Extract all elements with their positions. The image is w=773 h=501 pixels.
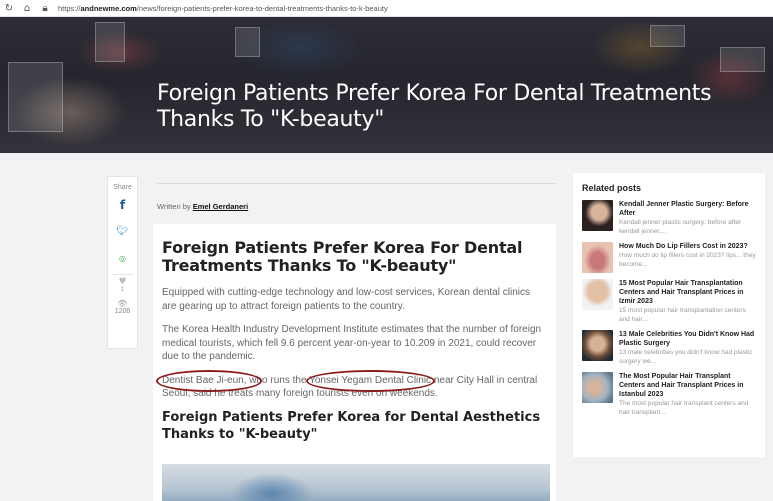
reload-icon[interactable]: ↻ — [0, 0, 18, 17]
author-link[interactable]: Emel Gerdaneri — [193, 202, 248, 211]
post-title[interactable]: 15 Most Popular Hair Transplantation Cen… — [619, 279, 756, 306]
lock-icon[interactable]: 🔒︎ — [36, 0, 54, 17]
related-post[interactable]: 15 Most Popular Hair Transplantation Cen… — [582, 279, 756, 324]
post-thumbnail[interactable] — [582, 279, 613, 310]
byline: Written by Emel Gerdaneri — [157, 202, 248, 211]
article-heading: Foreign Patients Prefer Korea For Dental… — [162, 238, 523, 275]
related-post[interactable]: The Most Popular Hair Transplant Centers… — [582, 372, 756, 417]
browser-toolbar: ↻ ⌂ 🔒︎ https://andnewme.com/news/foreign… — [0, 0, 773, 17]
post-excerpt: 15 most popular hair transplantation cen… — [619, 307, 746, 323]
twitter-icon: 🐦︎ — [116, 226, 129, 237]
hero-banner: Foreign Patients Prefer Korea For Dental… — [0, 17, 773, 153]
like-button[interactable]: ♥ — [108, 277, 137, 287]
related-posts-sidebar: Related posts Kendall Jenner Plastic Sur… — [573, 173, 765, 457]
post-title[interactable]: The Most Popular Hair Transplant Centers… — [619, 372, 756, 399]
twitter-share-button[interactable]: 🐦︎ — [108, 218, 137, 245]
share-label: Share — [113, 184, 132, 191]
post-excerpt: Kendall jenner plastic surgery: before a… — [619, 219, 742, 235]
like-count: 1 — [120, 287, 125, 293]
post-title[interactable]: How Much Do Lip Fillers Cost in 2023? — [619, 242, 756, 251]
post-thumbnail[interactable] — [582, 200, 613, 231]
hero-sign-decoration — [235, 27, 260, 57]
related-post[interactable]: Kendall Jenner Plastic Surgery: Before A… — [582, 200, 756, 236]
article-body: Foreign Patients Prefer Korea For Dental… — [153, 224, 556, 501]
whatsapp-icon: ◎ — [119, 254, 126, 263]
post-thumbnail[interactable] — [582, 330, 613, 361]
post-excerpt: The most popular hair transplant centers… — [619, 400, 749, 416]
address-bar[interactable]: https://andnewme.com/news/foreign-patien… — [58, 4, 388, 13]
hero-sign-decoration — [95, 22, 125, 62]
share-divider — [111, 274, 134, 275]
related-posts-title: Related posts — [582, 183, 642, 193]
post-excerpt: 13 male celebrities you didn't know had … — [619, 349, 753, 365]
post-thumbnail[interactable] — [582, 242, 613, 273]
article-paragraph: The Korea Health Industry Development In… — [162, 324, 542, 362]
hero-sign-decoration — [720, 47, 765, 72]
facebook-icon: f — [119, 197, 126, 212]
url-domain: andnewme.com — [80, 3, 137, 13]
related-post[interactable]: How Much Do Lip Fillers Cost in 2023? How… — [582, 242, 756, 273]
view-count: 1206 — [114, 308, 131, 315]
hero-sign-decoration — [650, 25, 685, 47]
url-path: /news/foreign-patients-prefer-korea-to-d… — [136, 3, 388, 13]
whatsapp-share-button[interactable]: ◎ — [108, 245, 137, 272]
post-excerpt: How much do lip fillers cost in 2023? li… — [619, 252, 756, 268]
content-divider — [157, 183, 556, 184]
article-subheading: Foreign Patients Prefer Korea for Dental… — [162, 409, 541, 442]
home-icon[interactable]: ⌂ — [18, 0, 36, 17]
hero-sign-decoration — [8, 62, 63, 132]
facebook-share-button[interactable]: f — [108, 191, 137, 218]
annotation-circle — [156, 369, 262, 392]
article-paragraph: Equipped with cutting-edge technology an… — [162, 287, 530, 312]
hero-title: Foreign Patients Prefer Korea For Dental… — [157, 81, 712, 132]
related-post[interactable]: 13 Male Celebrities You Didn't Know Had … — [582, 330, 756, 366]
post-title[interactable]: Kendall Jenner Plastic Surgery: Before A… — [619, 200, 756, 218]
annotated-paragraph: Dentist Bae Ji-eun, who runs the Yonsei … — [156, 369, 547, 401]
article-image — [162, 464, 550, 501]
post-thumbnail[interactable] — [582, 372, 613, 403]
byline-prefix: Written by — [157, 202, 193, 211]
url-scheme: https:// — [58, 3, 81, 13]
heart-icon: ♥ — [118, 277, 127, 287]
annotation-circle — [306, 369, 435, 392]
share-panel: Share f 🐦︎ ◎ ♥ 1 👁︎ 1206 — [107, 176, 138, 349]
post-title[interactable]: 13 Male Celebrities You Didn't Know Had … — [619, 330, 756, 348]
eye-icon: 👁︎ — [117, 299, 128, 308]
